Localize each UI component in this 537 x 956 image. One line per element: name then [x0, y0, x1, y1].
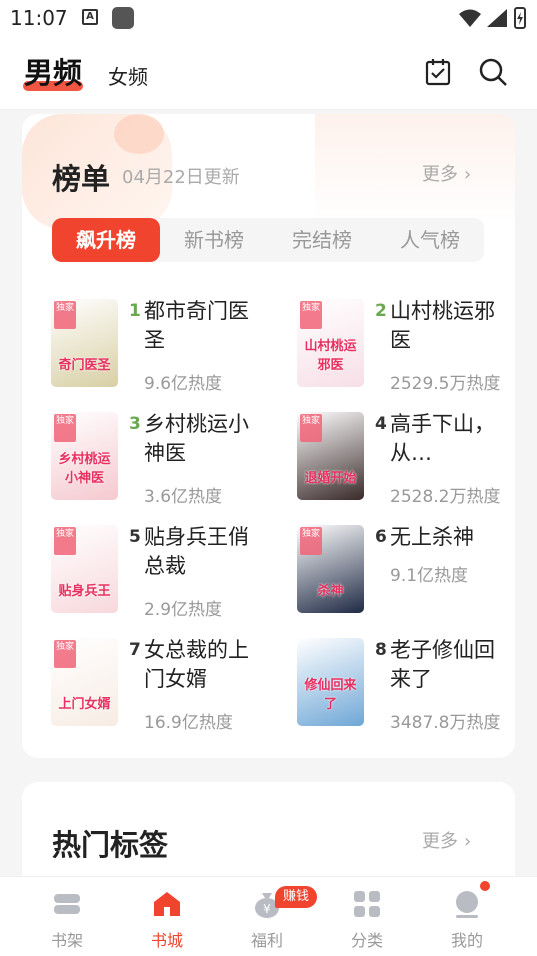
- bookshelf-icon: [54, 894, 80, 914]
- book-cover[interactable]: 独家杀神: [297, 525, 364, 613]
- bookstore-home-icon: [154, 892, 180, 916]
- notification-square-icon: [112, 7, 134, 29]
- earn-badge: 赚钱: [275, 886, 318, 908]
- nav-welfare-label: 福利: [250, 931, 283, 950]
- book-rank-number: 1: [129, 301, 141, 321]
- book-rank-number: 2: [375, 301, 387, 321]
- chevron-right-icon: ›: [464, 831, 472, 852]
- book-heat: 2528.2万热度: [390, 487, 501, 507]
- exclusive-badge: 独家: [54, 414, 76, 442]
- book-rank-number: 8: [375, 640, 387, 660]
- exclusive-badge: 独家: [300, 414, 322, 442]
- nav-bookstore[interactable]: 书城: [127, 889, 207, 951]
- card-decoration: [315, 114, 515, 224]
- book-heat: 2.9亿热度: [144, 600, 223, 620]
- book-title[interactable]: 女总裁的上门女婿: [144, 636, 264, 694]
- book-heat: 9.1亿热度: [390, 566, 469, 586]
- ranking-book-item[interactable]: 独家 山村桃运邪医 2 山村桃运邪医 2529.5万热度: [297, 299, 515, 395]
- book-cover[interactable]: 独家上门女婿: [51, 638, 118, 726]
- book-heat: 3487.8万热度: [390, 713, 501, 733]
- book-title[interactable]: 无上杀神: [390, 523, 510, 552]
- ranking-book-item[interactable]: 独家杀神 6 无上杀神 9.1亿热度: [297, 525, 515, 621]
- ranking-more-label: 更多: [422, 164, 458, 185]
- book-cover-title: 山村桃运邪医: [304, 339, 357, 373]
- nav-bookshelf[interactable]: 书架: [27, 889, 107, 951]
- tab-rising[interactable]: 飙升榜: [52, 218, 160, 262]
- book-rank-number: 5: [129, 527, 141, 547]
- book-heat: 3.6亿热度: [144, 487, 223, 507]
- book-cover[interactable]: 独家贴身兵王: [51, 525, 118, 613]
- card-decoration-circle: [114, 114, 164, 154]
- exclusive-badge: 独家: [54, 640, 76, 668]
- ranking-book-item[interactable]: 修仙回来了 8 老子修仙回来了 3487.8万热度: [297, 638, 515, 734]
- bottom-nav: 书架 书城 ¥ 福利 分类 我的: [0, 876, 537, 956]
- hot-tags-more-link[interactable]: 更多 ›: [422, 827, 471, 853]
- book-title[interactable]: 贴身兵王俏总裁: [144, 523, 264, 581]
- book-title[interactable]: 老子修仙回来了: [390, 636, 510, 694]
- book-title[interactable]: 都市奇门医圣: [144, 297, 264, 355]
- book-cover[interactable]: 独家乡村桃运小神医: [51, 412, 118, 500]
- book-heat: 2529.5万热度: [390, 374, 501, 394]
- ranking-more-link[interactable]: 更多 ›: [422, 160, 471, 186]
- tab-completed[interactable]: 完结榜: [268, 218, 376, 262]
- book-cover-title: 乡村桃运小神医: [58, 452, 111, 486]
- hot-tags-more-label: 更多: [422, 831, 458, 852]
- book-title[interactable]: 山村桃运邪医: [390, 297, 510, 355]
- top-header: 男频 女频: [0, 36, 537, 110]
- book-cover-title: 退婚开始: [304, 471, 357, 486]
- system-status-icons: [459, 7, 526, 29]
- ranking-title: 榜单: [52, 162, 111, 196]
- book-heat: 16.9亿热度: [144, 713, 233, 733]
- ranking-tabs: 飙升榜 新书榜 完结榜 人气榜: [52, 218, 484, 262]
- category-grid-icon: [354, 891, 380, 917]
- nav-category[interactable]: 分类: [327, 889, 407, 951]
- nav-bookshelf-label: 书架: [50, 931, 83, 950]
- ranking-update-date: 04月22日更新: [122, 167, 240, 188]
- ranking-card: 榜单 04月22日更新 更多 › 飙升榜 新书榜 完结榜 人气榜 独家 奇门医圣 1 都…: [22, 114, 515, 758]
- book-cover-title: 上门女婿: [58, 697, 111, 712]
- book-cover[interactable]: 独家山村桃运邪医: [297, 299, 364, 387]
- nav-profile-label: 我的: [450, 931, 483, 950]
- book-cover-title: 奇门医圣: [58, 358, 111, 373]
- nav-category-label: 分类: [350, 931, 383, 950]
- book-cover-title: 杀神: [317, 584, 344, 599]
- book-cover-title: 修仙回来了: [304, 678, 357, 712]
- ranking-book-item[interactable]: 独家 乡村桃运小神医 3 乡村桃运小神医 3.6亿热度: [51, 412, 281, 508]
- search-icon[interactable]: [477, 56, 509, 88]
- tab-male[interactable]: 男频: [24, 50, 82, 92]
- exclusive-badge: 独家: [54, 301, 76, 329]
- nav-profile[interactable]: 我的: [427, 889, 507, 951]
- book-rank-number: 6: [375, 527, 387, 547]
- ranking-book-item[interactable]: 独家奇门医圣 1 都市奇门医圣 9.6亿热度: [51, 299, 281, 395]
- book-cover[interactable]: 修仙回来了: [297, 638, 364, 726]
- checklist-icon[interactable]: [422, 56, 454, 88]
- book-rank-number: 7: [129, 640, 141, 660]
- book-cover[interactable]: 独家奇门医圣: [51, 299, 118, 387]
- nav-bookstore-label: 书城: [150, 931, 183, 950]
- book-cover-title: 贴身兵王: [58, 584, 111, 599]
- book-rank-number: 4: [375, 414, 387, 434]
- tab-new-books[interactable]: 新书榜: [160, 218, 268, 262]
- chevron-right-icon: ›: [464, 164, 472, 185]
- app-a-icon: A: [82, 9, 98, 25]
- book-title[interactable]: 高手下山，从…: [390, 410, 510, 468]
- svg-text:¥: ¥: [263, 902, 271, 916]
- ranking-book-item[interactable]: 独家贴身兵王 5 贴身兵王俏总裁 2.9亿热度: [51, 525, 281, 621]
- tab-female[interactable]: 女频: [108, 61, 148, 90]
- ranking-book-item[interactable]: 独家退婚开始 4 高手下山，从… 2528.2万热度: [297, 412, 515, 508]
- profile-icon: [456, 891, 478, 918]
- exclusive-badge: 独家: [54, 527, 76, 555]
- ranking-book-item[interactable]: 独家上门女婿 7 女总裁的上门女婿 16.9亿热度: [51, 638, 281, 734]
- hot-tags-title: 热门标签: [52, 828, 169, 862]
- profile-notification-dot: [480, 881, 490, 891]
- book-cover[interactable]: 独家退婚开始: [297, 412, 364, 500]
- book-title[interactable]: 乡村桃运小神医: [144, 410, 264, 468]
- book-rank-number: 3: [129, 414, 141, 434]
- exclusive-badge: 独家: [300, 301, 322, 329]
- status-bar: 11:07 A: [0, 0, 537, 36]
- book-heat: 9.6亿热度: [144, 374, 223, 394]
- exclusive-badge: 独家: [300, 527, 322, 555]
- status-time: 11:07: [10, 6, 68, 30]
- tab-popular[interactable]: 人气榜: [376, 218, 484, 262]
